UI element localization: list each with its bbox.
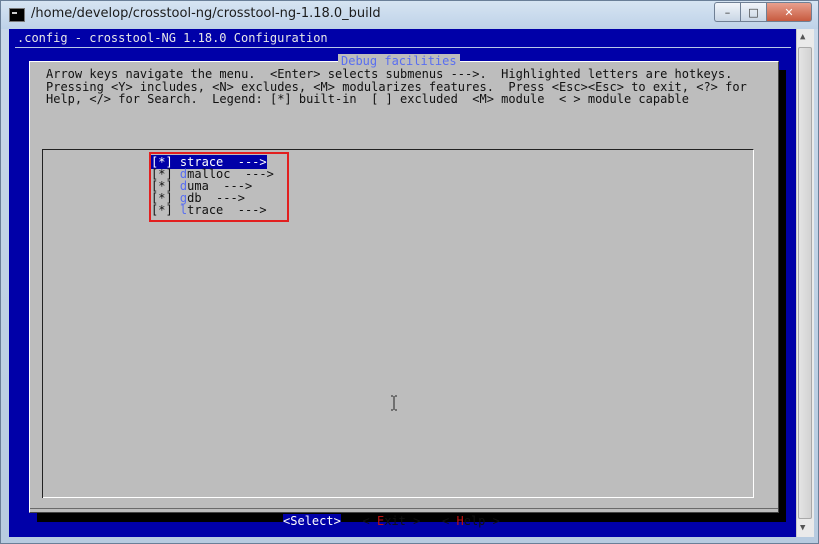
window-title: /home/develop/crosstool-ng/crosstool-ng-… <box>31 6 381 21</box>
scroll-up-icon[interactable]: ▲ <box>800 32 805 42</box>
terminal-icon[interactable] <box>9 8 25 22</box>
minimize-button[interactable]: – <box>714 2 740 22</box>
scrollbar-thumb[interactable] <box>798 47 812 519</box>
config-header: .config - crosstool-NG 1.18.0 Configurat… <box>17 31 328 45</box>
select-button[interactable]: <Select> <box>283 514 341 528</box>
help-text: Arrow keys navigate the menu. <Enter> se… <box>46 68 747 106</box>
terminal-area[interactable]: .config - crosstool-NG 1.18.0 Configurat… <box>9 29 796 537</box>
exit-button[interactable]: < Exit > <box>363 514 421 528</box>
dialog-title: Debug facilities <box>338 54 460 68</box>
button-divider <box>30 508 778 509</box>
title-bar[interactable]: /home/develop/crosstool-ng/crosstool-ng-… <box>1 1 818 29</box>
header-divider <box>15 47 791 48</box>
close-button[interactable]: ✕ <box>766 2 812 22</box>
dialog-buttons: <Select> < Exit > < Help > <box>283 514 500 528</box>
scroll-down-icon[interactable]: ▼ <box>800 523 805 533</box>
help-button[interactable]: < Help > <box>442 514 500 528</box>
help-line: Help, </> for Search. Legend: [*] built-… <box>46 92 689 106</box>
vertical-scrollbar[interactable]: ▲ ▼ <box>796 29 814 537</box>
help-line: Arrow keys navigate the menu. <Enter> se… <box>46 67 733 81</box>
highlight-annotation-box <box>149 152 289 222</box>
window-controls: – □ ✕ <box>714 2 812 22</box>
i-beam-cursor-icon <box>391 395 397 411</box>
terminal-window: /home/develop/crosstool-ng/crosstool-ng-… <box>0 0 819 544</box>
menuconfig-dialog: Debug facilities Arrow keys navigate the… <box>29 54 779 528</box>
maximize-button[interactable]: □ <box>740 2 766 22</box>
